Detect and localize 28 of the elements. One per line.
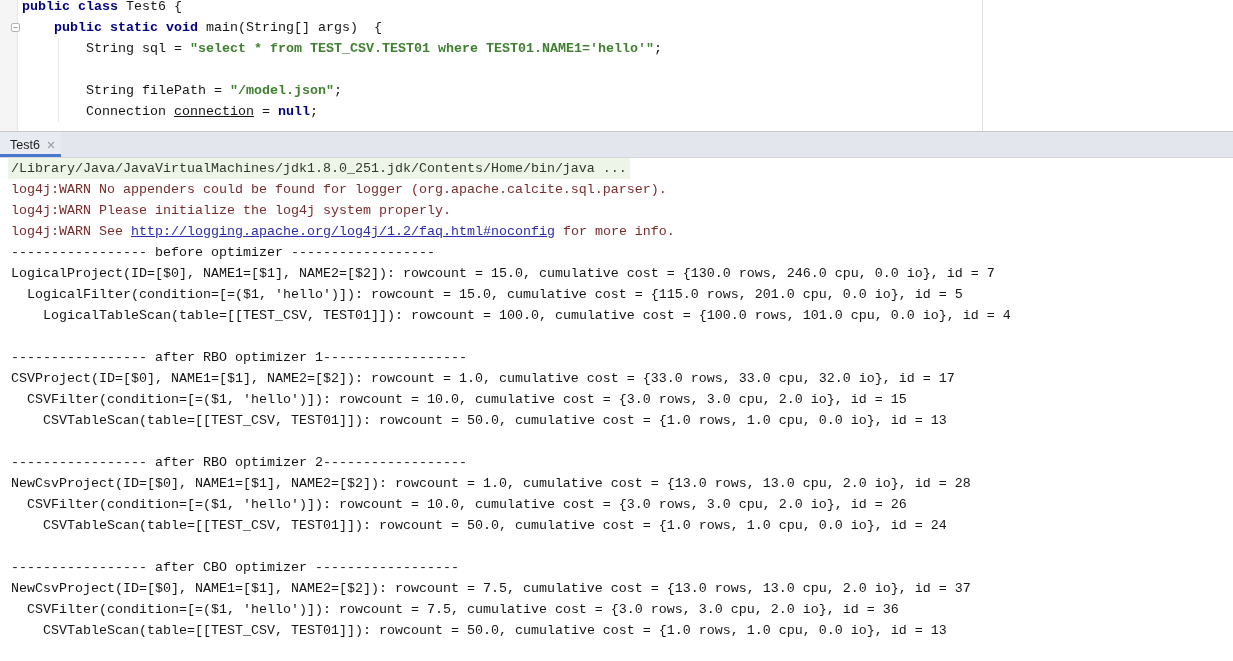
- code-line: public static void main(String[] args) {: [54, 20, 382, 35]
- code-line: String sql = "select * from TEST_CSV.TEST01 where TEST01.NAME1='hello'";: [86, 41, 662, 56]
- code-line: Connection connection = null;: [86, 104, 318, 119]
- plan-line: LogicalTableScan(table=[[TEST_CSV, TEST01]]): rowcount = 100.0, cumulative cost = {100.0 rows, 101.0 cpu, 0.0 io}, id = 4: [43, 307, 1011, 325]
- plan-line: CSVProject(ID=[$0], NAME1=[$1], NAME2=[$2]): rowcount = 1.0, cumulative cost = {33.0 rows, 33.0 cpu, 32.0 io}, id = 17: [11, 370, 955, 388]
- log-line: log4j:WARN Please initialize the log4j system properly.: [11, 202, 451, 220]
- plan-line: CSVFilter(condition=[=($1, 'hello')]): rowcount = 10.0, cumulative cost = {3.0 rows, 3.0 cpu, 2.0 io}, id = 26: [27, 496, 907, 514]
- section-header: ----------------- before optimizer ------------------: [11, 244, 435, 262]
- log-line: log4j:WARN See http://logging.apache.org/log4j/1.2/faq.html#noconfig for more info.: [11, 223, 675, 241]
- section-header: ----------------- after CBO optimizer ------------------: [11, 559, 459, 577]
- close-icon[interactable]: [46, 140, 55, 149]
- plan-line: CSVTableScan(table=[[TEST_CSV, TEST01]]): rowcount = 50.0, cumulative cost = {1.0 rows, 1.0 cpu, 0.0 io}, id = 13: [43, 412, 947, 430]
- plan-line: CSVFilter(condition=[=($1, 'hello')]): rowcount = 7.5, cumulative cost = {3.0 rows, 3.0 cpu, 2.0 io}, id = 36: [27, 601, 899, 619]
- section-header: ----------------- after RBO optimizer 1------------------: [11, 349, 467, 367]
- console-tab[interactable]: Test6: [0, 132, 61, 157]
- section-header: ----------------- after RBO optimizer 2------------------: [11, 454, 467, 472]
- plan-line: NewCsvProject(ID=[$0], NAME1=[$1], NAME2=[$2]): rowcount = 7.5, cumulative cost = {13.0 rows, 13.0 cpu, 2.0 io}, id = 37: [11, 580, 971, 598]
- code-line: public class Test6 {: [22, 0, 182, 14]
- plan-line: CSVTableScan(table=[[TEST_CSV, TEST01]]): rowcount = 50.0, cumulative cost = {1.0 rows, 1.0 cpu, 0.0 io}, id = 24: [43, 517, 947, 535]
- plan-line: CSVFilter(condition=[=($1, 'hello')]): rowcount = 10.0, cumulative cost = {3.0 rows, 3.0 cpu, 2.0 io}, id = 15: [27, 391, 907, 409]
- plan-line: LogicalProject(ID=[$0], NAME1=[$1], NAME2=[$2]): rowcount = 15.0, cumulative cost = {130.0 rows, 246.0 cpu, 0.0 io}, id = 7: [11, 265, 995, 283]
- plan-line: NewCsvProject(ID=[$0], NAME1=[$1], NAME2=[$2]): rowcount = 1.0, cumulative cost = {13.0 rows, 13.0 cpu, 2.0 io}, id = 28: [11, 475, 971, 493]
- collapse-icon[interactable]: [11, 23, 20, 32]
- log-line: log4j:WARN No appenders could be found for logger (org.apache.calcite.sql.parser).: [11, 181, 667, 199]
- plan-line: LogicalFilter(condition=[=($1, 'hello')]): rowcount = 15.0, cumulative cost = {115.0 rows, 201.0 cpu, 0.0 io}, id = 5: [27, 286, 963, 304]
- config-link[interactable]: http://logging.apache.org/log4j/1.2/faq.html#noconfig: [131, 224, 555, 239]
- code-line: String filePath = "/model.json";: [86, 83, 342, 98]
- plan-line: CSVTableScan(table=[[TEST_CSV, TEST01]]): rowcount = 50.0, cumulative cost = {1.0 rows, 1.0 cpu, 0.0 io}, id = 13: [43, 622, 947, 640]
